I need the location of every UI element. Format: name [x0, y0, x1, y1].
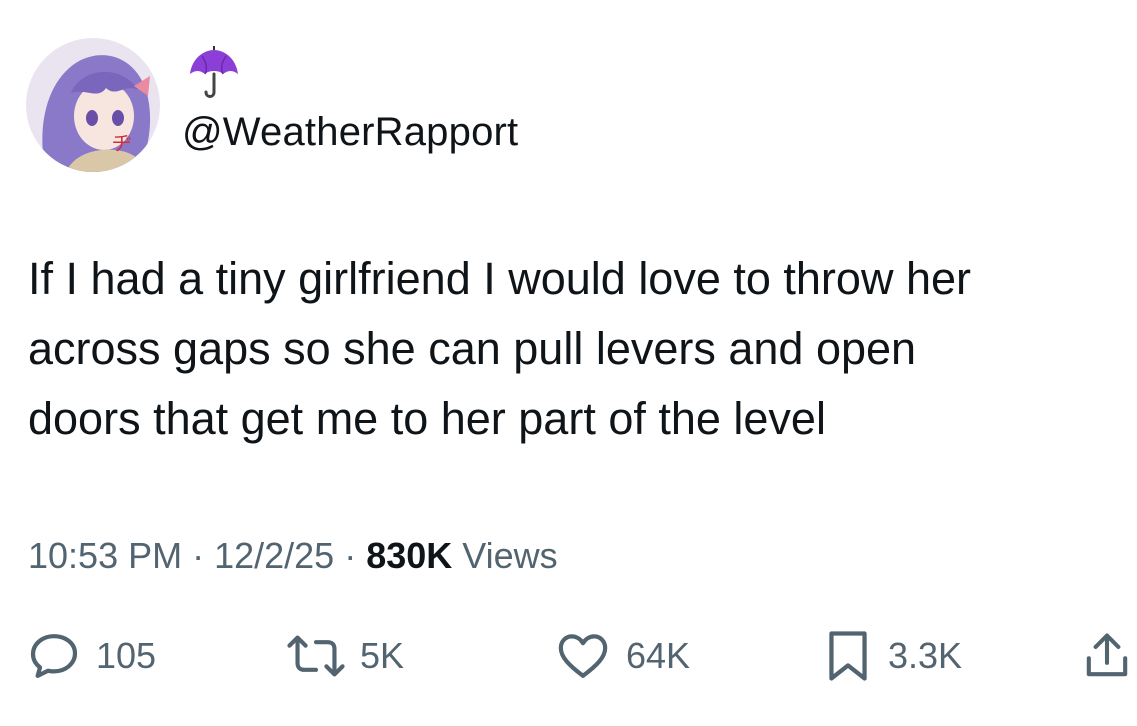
avatar-image: ヂ: [26, 38, 160, 172]
tweet-time[interactable]: 10:53 PM: [28, 535, 182, 576]
views-label: Views: [452, 535, 558, 576]
like-count: 64K: [626, 635, 691, 676]
meta-separator: ·: [182, 535, 215, 576]
tweet-line: across gaps so she can pull levers and o…: [28, 323, 917, 374]
bookmark-button[interactable]: 3.3K: [822, 622, 962, 690]
umbrella-icon: [190, 46, 238, 98]
avatar[interactable]: ヂ: [26, 38, 160, 172]
author-handle[interactable]: @WeatherRapport: [182, 106, 518, 158]
meta-separator: ·: [334, 535, 367, 576]
views-count: 830K: [366, 535, 453, 576]
reply-count: 105: [96, 635, 157, 676]
heart-icon: [558, 634, 608, 678]
tweet-text: If I had a tiny girlfriend I would love …: [28, 244, 1118, 454]
bookmark-icon: [829, 631, 867, 681]
retweet-button[interactable]: 5K: [286, 622, 404, 690]
tweet-line: If I had a tiny girlfriend I would love …: [28, 253, 971, 304]
reply-icon: [30, 634, 78, 678]
tweet-line: doors that get me to her part of the lev…: [28, 393, 826, 444]
retweet-icon: [287, 635, 345, 677]
display-name-umbrella-icon[interactable]: [186, 46, 242, 102]
like-button[interactable]: 64K: [554, 622, 690, 690]
svg-text:ヂ: ヂ: [112, 131, 132, 155]
bookmark-count: 3.3K: [888, 635, 963, 676]
tweet-meta: 10:53 PM · 12/2/25 · 830K Views: [28, 532, 558, 580]
share-button[interactable]: [1082, 622, 1132, 690]
reply-button[interactable]: 105: [26, 622, 156, 690]
retweet-count: 5K: [360, 635, 405, 676]
share-icon: [1086, 633, 1128, 677]
tweet-date[interactable]: 12/2/25: [214, 535, 334, 576]
